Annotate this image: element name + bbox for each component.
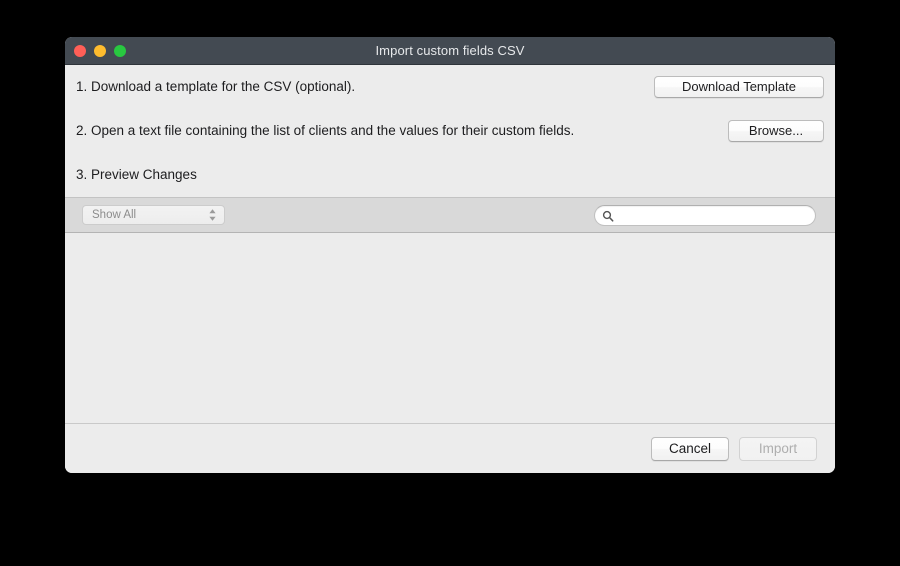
search-input[interactable]: [614, 205, 815, 225]
window-title: Import custom fields CSV: [375, 43, 525, 58]
chevron-up-down-icon: [208, 208, 217, 222]
instructions-panel: 1. Download a template for the CSV (opti…: [65, 65, 835, 197]
preview-changes-list[interactable]: [65, 233, 835, 424]
zoom-button-icon[interactable]: [114, 44, 126, 57]
step-row-preview: 3. Preview Changes: [65, 153, 835, 197]
step-row-browse: 2. Open a text file containing the list …: [65, 109, 835, 153]
step-row-download: 1. Download a template for the CSV (opti…: [65, 65, 835, 109]
import-button[interactable]: Import: [739, 436, 817, 461]
import-csv-dialog-window: Import custom fields CSV 1. Download a t…: [65, 37, 835, 473]
cancel-button[interactable]: Cancel: [651, 436, 729, 461]
show-all-popup-label: Show All: [92, 209, 137, 221]
browse-button[interactable]: Browse...: [728, 120, 824, 142]
window-controls: [74, 37, 126, 64]
download-template-button[interactable]: Download Template: [654, 76, 824, 98]
search-icon: [602, 209, 614, 222]
search-field[interactable]: [594, 204, 816, 226]
show-all-popup-button[interactable]: Show All: [82, 205, 225, 225]
dialog-footer: Cancel Import: [65, 424, 835, 473]
step-2-label: 2. Open a text file containing the list …: [76, 122, 575, 138]
window-titlebar: Import custom fields CSV: [65, 37, 835, 65]
step-3-label: 3. Preview Changes: [76, 166, 197, 182]
step-1-label: 1. Download a template for the CSV (opti…: [76, 78, 356, 94]
preview-filter-toolbar: Show All: [65, 197, 835, 233]
minimize-button-icon[interactable]: [94, 44, 106, 57]
close-button-icon[interactable]: [74, 44, 86, 57]
